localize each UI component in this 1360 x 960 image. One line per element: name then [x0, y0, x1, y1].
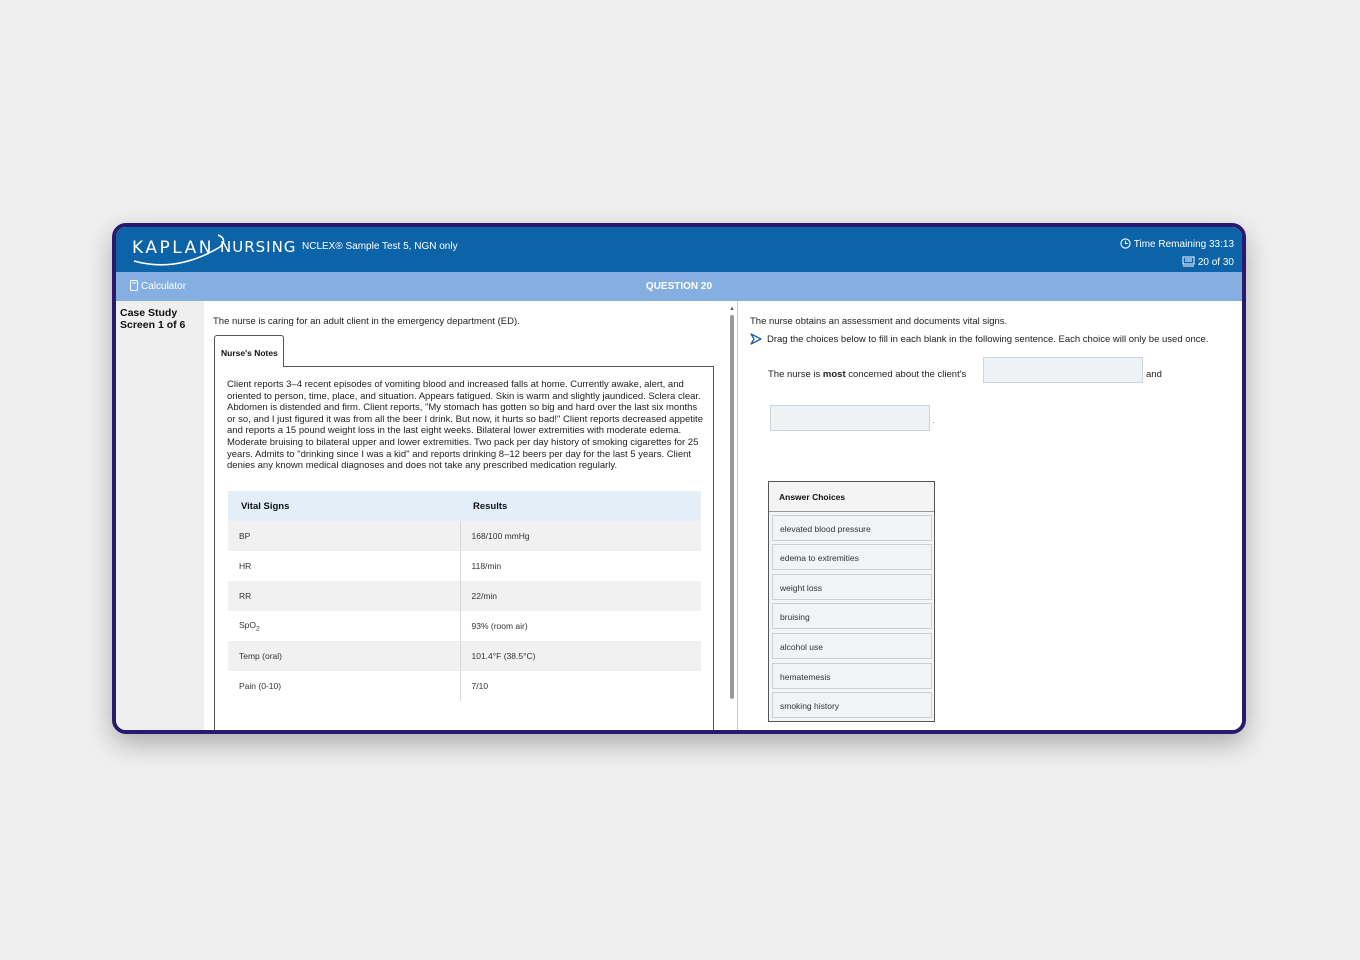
toolbar: Calculator QUESTION 20: [116, 272, 1242, 301]
scroll-up-icon[interactable]: ▲: [728, 305, 736, 313]
sentence-bold: most: [822, 369, 846, 380]
column-header-vital-signs: Vital Signs: [228, 491, 460, 521]
screen-indicator: Screen 1 of 6: [120, 319, 186, 331]
spo2-label: SpO: [239, 619, 257, 630]
case-intro: The nurse is caring for an adult client …: [213, 316, 520, 327]
test-name: NCLEX® Sample Test 5, NGN only: [302, 241, 458, 252]
vital-sign-cell: HR: [228, 551, 461, 581]
instruction-text: Drag the choices below to fill in each b…: [767, 334, 1209, 345]
vital-sign-cell: SpO2: [228, 611, 461, 641]
nurses-notes-text: Client reports 3–4 recent episodes of vo…: [227, 379, 703, 472]
table-header-row: Vital Signs Results: [228, 491, 701, 521]
question-count-text: 20 of 30: [1197, 257, 1234, 268]
column-header-results: Results: [460, 491, 701, 521]
table-row: HR 118/min: [228, 551, 701, 581]
tab-nurses-notes-label: Nurse's Notes: [221, 348, 278, 358]
result-cell: 118/min: [460, 551, 701, 581]
logo-nursing-text: NURSING: [220, 238, 297, 256]
answer-choices-title: Answer Choices: [779, 492, 846, 502]
question-list-icon[interactable]: [1182, 256, 1195, 270]
case-pane: The nurse is caring for an adult client …: [204, 301, 734, 730]
result-cell: 7/10: [460, 671, 701, 701]
question-intro: The nurse obtains an assessment and docu…: [750, 316, 1008, 327]
time-remaining-text: Time Remaining 33:13: [1133, 239, 1234, 250]
tab-nurses-notes[interactable]: Nurse's Notes: [214, 335, 284, 367]
choice-smoking-history[interactable]: smoking history: [772, 692, 932, 718]
clock-icon: [1120, 238, 1131, 252]
choice-alcohol-use[interactable]: alcohol use: [772, 633, 932, 659]
kaplan-nursing-logo: KAPLAN NURSING: [132, 233, 312, 267]
sentence-pre: The nurse is: [768, 369, 823, 380]
choice-edema-to-extremities[interactable]: edema to extremities: [772, 544, 932, 570]
result-cell: 168/100 mmHg: [460, 521, 701, 551]
table-row: Temp (oral) 101.4°F (38.5°C): [228, 641, 701, 671]
sentence-end: .: [932, 415, 935, 425]
time-remaining: Time Remaining 33:13: [1120, 238, 1234, 252]
sentence-and: and: [1146, 369, 1162, 380]
arrow-pointer-icon: [750, 333, 762, 348]
question-counter: 20 of 30: [1182, 256, 1234, 270]
table-row: RR 22/min: [228, 581, 701, 611]
question-pane: The nurse obtains an assessment and docu…: [738, 301, 1242, 730]
answer-choices-divider: [769, 511, 934, 512]
case-study-sidebar: Case Study Screen 1 of 6: [116, 301, 204, 730]
nurses-notes-panel: Client reports 3–4 recent episodes of vo…: [214, 366, 714, 730]
result-cell: 22/min: [460, 581, 701, 611]
vital-signs-table: Vital Signs Results BP 168/100 mmHg HR 1…: [228, 491, 701, 701]
answer-choices-panel: Answer Choices elevated blood pressure e…: [768, 481, 935, 722]
vital-sign-cell: RR: [228, 581, 461, 611]
question-instruction: Drag the choices below to fill in each b…: [750, 333, 1208, 348]
table-row: SpO2 93% (room air): [228, 611, 701, 641]
exam-window: KAPLAN NURSING NCLEX® Sample Test 5, NGN…: [112, 223, 1246, 734]
vital-sign-cell: Temp (oral): [228, 641, 461, 671]
result-cell: 93% (room air): [460, 611, 701, 641]
sentence-post: concerned about the client's: [845, 369, 967, 380]
scroll-thumb[interactable]: [730, 315, 734, 699]
case-study-title: Case Study: [120, 307, 178, 319]
case-pane-scrollbar[interactable]: ▲: [728, 305, 736, 730]
choice-bruising[interactable]: bruising: [772, 603, 932, 629]
top-bar: KAPLAN NURSING NCLEX® Sample Test 5, NGN…: [116, 227, 1242, 272]
table-row: Pain (0-10) 7/10: [228, 671, 701, 701]
cloze-sentence: The nurse is most concerned about the cl…: [768, 369, 966, 380]
choice-elevated-blood-pressure[interactable]: elevated blood pressure: [772, 515, 932, 541]
case-study-info: Case Study Screen 1 of 6: [120, 307, 185, 331]
logo-kaplan-text: KAPLAN: [132, 238, 214, 258]
choice-weight-loss[interactable]: weight loss: [772, 574, 932, 600]
choice-hematemesis[interactable]: hematemesis: [772, 663, 932, 689]
result-cell: 101.4°F (38.5°C): [460, 641, 701, 671]
table-row: BP 168/100 mmHg: [228, 521, 701, 551]
spo2-subscript: 2: [256, 625, 260, 633]
drop-blank-2[interactable]: [770, 405, 930, 431]
question-number: QUESTION 20: [645, 281, 713, 292]
drop-blank-1[interactable]: [983, 357, 1143, 383]
vital-sign-cell: BP: [228, 521, 461, 551]
vital-sign-cell: Pain (0-10): [228, 671, 461, 701]
